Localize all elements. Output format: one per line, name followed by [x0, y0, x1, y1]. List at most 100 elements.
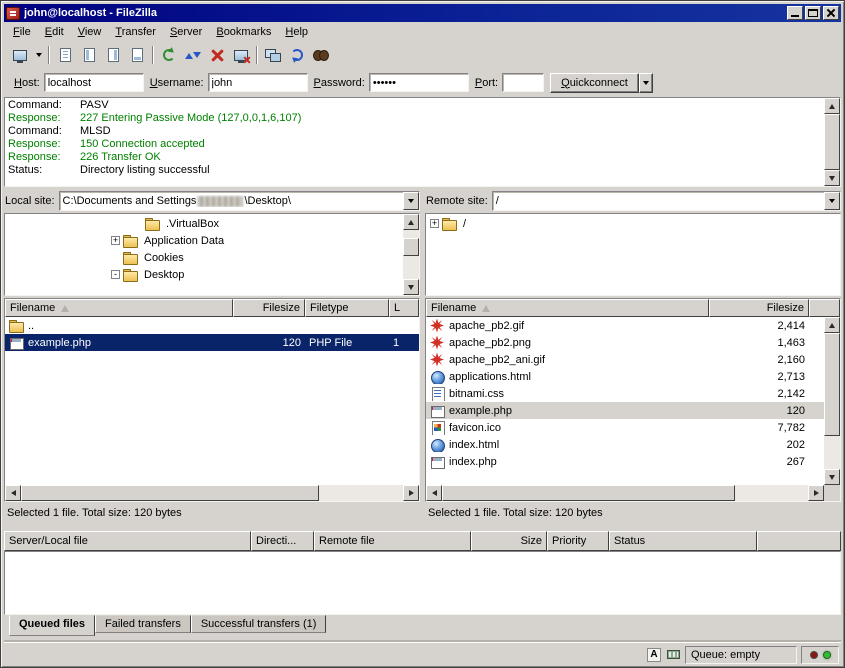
- port-input[interactable]: [502, 73, 544, 92]
- process-queue-button[interactable]: [181, 44, 205, 66]
- local-path-combo[interactable]: C:\Documents and Settings \Desktop\: [59, 191, 420, 211]
- username-input[interactable]: [208, 73, 308, 92]
- queue-column-local-file[interactable]: Server/Local file: [4, 531, 251, 551]
- queue-column-status[interactable]: Status: [609, 531, 757, 551]
- column-header-lastmodified[interactable]: L: [389, 299, 419, 317]
- scroll-up-button[interactable]: [824, 317, 840, 333]
- local-tree-scrollbar[interactable]: [403, 214, 419, 295]
- scroll-right-button[interactable]: [808, 485, 824, 501]
- close-button[interactable]: [823, 6, 839, 20]
- expander-plus-icon[interactable]: +: [111, 236, 120, 245]
- menu-transfer[interactable]: Transfer: [108, 24, 163, 40]
- scroll-down-button[interactable]: [824, 469, 840, 485]
- file-row[interactable]: apache_pb2.png1,463: [426, 334, 824, 351]
- sync-browsing-button[interactable]: [285, 44, 309, 66]
- disconnect-button[interactable]: [229, 44, 253, 66]
- column-header-filename[interactable]: Filename: [5, 299, 233, 317]
- php-file-icon: [430, 455, 445, 469]
- scrollbar-thumb[interactable]: [21, 485, 319, 501]
- php-file-icon: [430, 404, 445, 418]
- transfer-queue-list[interactable]: [4, 551, 841, 615]
- menu-server[interactable]: Server: [163, 24, 209, 40]
- tree-item[interactable]: +Application Data: [5, 232, 403, 249]
- scroll-up-button[interactable]: [824, 98, 840, 114]
- menu-view[interactable]: View: [71, 24, 109, 40]
- scroll-left-button[interactable]: [426, 485, 442, 501]
- compare-button[interactable]: [261, 44, 285, 66]
- file-row[interactable]: apache_pb2.gif2,414: [426, 317, 824, 334]
- scrollbar-thumb[interactable]: [403, 238, 419, 256]
- scrollbar-thumb[interactable]: [824, 333, 840, 436]
- site-manager-dropdown-button[interactable]: [32, 44, 45, 66]
- dropdown-arrow-icon: [643, 81, 649, 85]
- file-row[interactable]: ..: [5, 317, 419, 334]
- log-scrollbar[interactable]: [824, 98, 840, 186]
- site-manager-button[interactable]: [8, 44, 32, 66]
- queue-column-direction[interactable]: Directi...: [251, 531, 314, 551]
- tree-item[interactable]: -Desktop: [5, 266, 403, 283]
- remote-path-combo[interactable]: /: [492, 191, 841, 211]
- file-row[interactable]: favicon.ico7,782: [426, 419, 824, 436]
- file-row[interactable]: index.html202: [426, 436, 824, 453]
- maximize-button[interactable]: [805, 6, 821, 20]
- column-header-filename[interactable]: Filename: [426, 299, 709, 317]
- toggle-local-tree-button[interactable]: [77, 44, 101, 66]
- scrollbar-thumb[interactable]: [824, 114, 840, 170]
- queue-column-remote-file[interactable]: Remote file: [314, 531, 471, 551]
- quickconnect-button[interactable]: Quickconnect: [550, 73, 639, 93]
- tree-item[interactable]: +/: [426, 215, 840, 232]
- queue-column-priority[interactable]: Priority: [547, 531, 609, 551]
- remote-list-scrollbar[interactable]: [824, 317, 840, 485]
- file-row[interactable]: apache_pb2_ani.gif2,160: [426, 351, 824, 368]
- toggle-queue-button[interactable]: [125, 44, 149, 66]
- remote-status-text: Selected 1 file. Total size: 120 bytes: [425, 502, 841, 524]
- local-path-dropdown-button[interactable]: [403, 192, 419, 210]
- quickconnect-bar: Host: Username: Password: Port: Quickcon…: [4, 68, 841, 97]
- file-row[interactable]: bitnami.css2,142: [426, 385, 824, 402]
- file-row-selected[interactable]: example.php 120 PHP File 1: [5, 334, 419, 351]
- column-header-filesize[interactable]: Filesize: [709, 299, 809, 317]
- file-row[interactable]: index.php267: [426, 453, 824, 470]
- menu-file[interactable]: File: [6, 24, 38, 40]
- log-line: Response:226 Transfer OK: [8, 151, 821, 164]
- host-input[interactable]: [44, 73, 144, 92]
- queue-column-size[interactable]: Size: [471, 531, 547, 551]
- toggle-remote-tree-button[interactable]: [101, 44, 125, 66]
- refresh-button[interactable]: [157, 44, 181, 66]
- tab-successful-transfers[interactable]: Successful transfers (1): [191, 615, 327, 633]
- menu-help[interactable]: Help: [278, 24, 315, 40]
- titlebar[interactable]: john@localhost - FileZilla: [4, 4, 841, 22]
- file-row[interactable]: applications.html2,713: [426, 368, 824, 385]
- expander-plus-icon[interactable]: +: [430, 219, 439, 228]
- minimize-button[interactable]: [787, 6, 803, 20]
- tree-item[interactable]: .VirtualBox: [5, 215, 403, 232]
- quickconnect-dropdown-button[interactable]: [639, 73, 653, 93]
- folder-icon: [123, 251, 138, 265]
- cancel-button[interactable]: [205, 44, 229, 66]
- folder-icon: [123, 268, 138, 282]
- file-size: 120: [233, 337, 305, 349]
- refresh-icon: [163, 49, 175, 61]
- tab-queued-files[interactable]: Queued files: [9, 615, 95, 636]
- file-row-selected[interactable]: example.php120: [426, 402, 824, 419]
- toggle-log-button[interactable]: [53, 44, 77, 66]
- column-header-filesize[interactable]: Filesize: [233, 299, 305, 317]
- scroll-left-button[interactable]: [5, 485, 21, 501]
- tree-item[interactable]: Cookies: [5, 249, 403, 266]
- tab-failed-transfers[interactable]: Failed transfers: [95, 615, 191, 633]
- minimize-icon: [791, 15, 799, 17]
- local-hscrollbar[interactable]: [5, 485, 419, 501]
- find-button[interactable]: [309, 44, 333, 66]
- remote-hscrollbar[interactable]: [426, 485, 840, 501]
- scrollbar-thumb[interactable]: [442, 485, 735, 501]
- remote-path-dropdown-button[interactable]: [824, 192, 840, 210]
- column-header-filetype[interactable]: Filetype: [305, 299, 389, 317]
- scroll-up-button[interactable]: [403, 214, 419, 230]
- scroll-down-button[interactable]: [824, 170, 840, 186]
- expander-minus-icon[interactable]: -: [111, 270, 120, 279]
- password-input[interactable]: [369, 73, 469, 92]
- menu-bookmarks[interactable]: Bookmarks: [209, 24, 278, 40]
- scroll-right-button[interactable]: [403, 485, 419, 501]
- scroll-down-button[interactable]: [403, 279, 419, 295]
- menu-edit[interactable]: Edit: [38, 24, 71, 40]
